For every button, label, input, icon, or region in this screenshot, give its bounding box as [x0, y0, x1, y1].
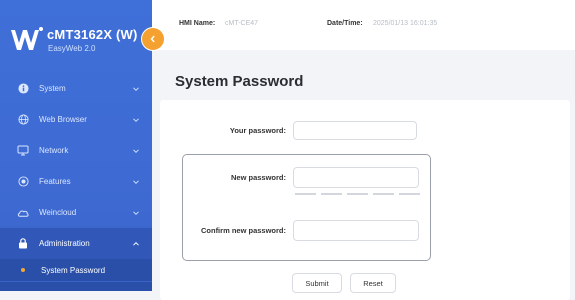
- reset-button[interactable]: Reset: [350, 273, 396, 293]
- sidebar-subitem-system-password[interactable]: System Password: [0, 259, 152, 281]
- active-dot-icon: [21, 268, 25, 272]
- datetime-value: 2025/01/13 16:01:35: [373, 20, 438, 27]
- chevron-up-icon: [133, 241, 139, 246]
- sidebar-item-system[interactable]: System: [0, 73, 152, 104]
- sidebar-item-label: Features: [39, 177, 71, 186]
- sidebar-item-label: System: [39, 84, 66, 93]
- chevron-left-icon: [150, 35, 155, 43]
- strength-segment: [347, 193, 368, 195]
- sidebar: cMT3162X (W) EasyWeb 2.0 System Web Brow…: [0, 0, 152, 291]
- page-title: System Password: [175, 73, 304, 90]
- strength-segment: [321, 193, 342, 195]
- cloud-icon: [17, 207, 29, 219]
- sidebar-item-features[interactable]: Features: [0, 166, 152, 197]
- chevron-down-icon: [133, 210, 139, 215]
- sidebar-item-web-browser[interactable]: Web Browser: [0, 104, 152, 135]
- sidebar-subitem-next[interactable]: [0, 282, 152, 291]
- app-subtitle: EasyWeb 2.0: [48, 44, 96, 53]
- new-password-label: New password:: [230, 173, 286, 182]
- brand: cMT3162X (W) EasyWeb 2.0: [10, 20, 150, 64]
- features-icon: [17, 176, 29, 188]
- hmi-name-label: HMI Name:: [179, 20, 216, 27]
- strength-segment: [399, 193, 420, 195]
- strength-segment: [295, 193, 316, 195]
- hmi-name-value: cMT-CE47: [225, 20, 259, 27]
- sidebar-item-network[interactable]: Network: [0, 135, 152, 166]
- collapse-sidebar-button[interactable]: [142, 28, 164, 50]
- chevron-down-icon: [133, 86, 139, 91]
- sidebar-item-label: Weincloud: [39, 208, 77, 217]
- submit-button[interactable]: Submit: [292, 273, 342, 293]
- your-password-input[interactable]: [293, 121, 417, 140]
- datetime-label: Date/Time:: [327, 20, 363, 27]
- device-model: cMT3162X (W): [47, 27, 138, 42]
- globe-icon: [17, 114, 29, 126]
- lock-icon: [17, 238, 29, 250]
- your-password-label: Your password:: [229, 126, 286, 135]
- header: HMI Name: cMT-CE47 Date/Time: 2025/01/13…: [152, 0, 575, 50]
- chevron-down-icon: [133, 179, 139, 184]
- chevron-down-icon: [133, 117, 139, 122]
- sidebar-item-label: Web Browser: [39, 115, 87, 124]
- strength-segment: [373, 193, 394, 195]
- weintek-logo-icon: [11, 27, 43, 50]
- sidebar-item-weincloud[interactable]: Weincloud: [0, 197, 152, 228]
- sidebar-item-label: Network: [39, 146, 69, 155]
- sidebar-item-administration[interactable]: Administration: [0, 228, 152, 259]
- info-icon: [17, 83, 29, 95]
- sidebar-item-label: Administration: [39, 239, 90, 248]
- confirm-password-label: Confirm new password:: [200, 226, 286, 235]
- chevron-down-icon: [133, 148, 139, 153]
- confirm-password-input[interactable]: [293, 220, 419, 241]
- new-password-input[interactable]: [293, 167, 419, 188]
- network-icon: [17, 145, 29, 157]
- sidebar-subitem-label: System Password: [41, 265, 106, 275]
